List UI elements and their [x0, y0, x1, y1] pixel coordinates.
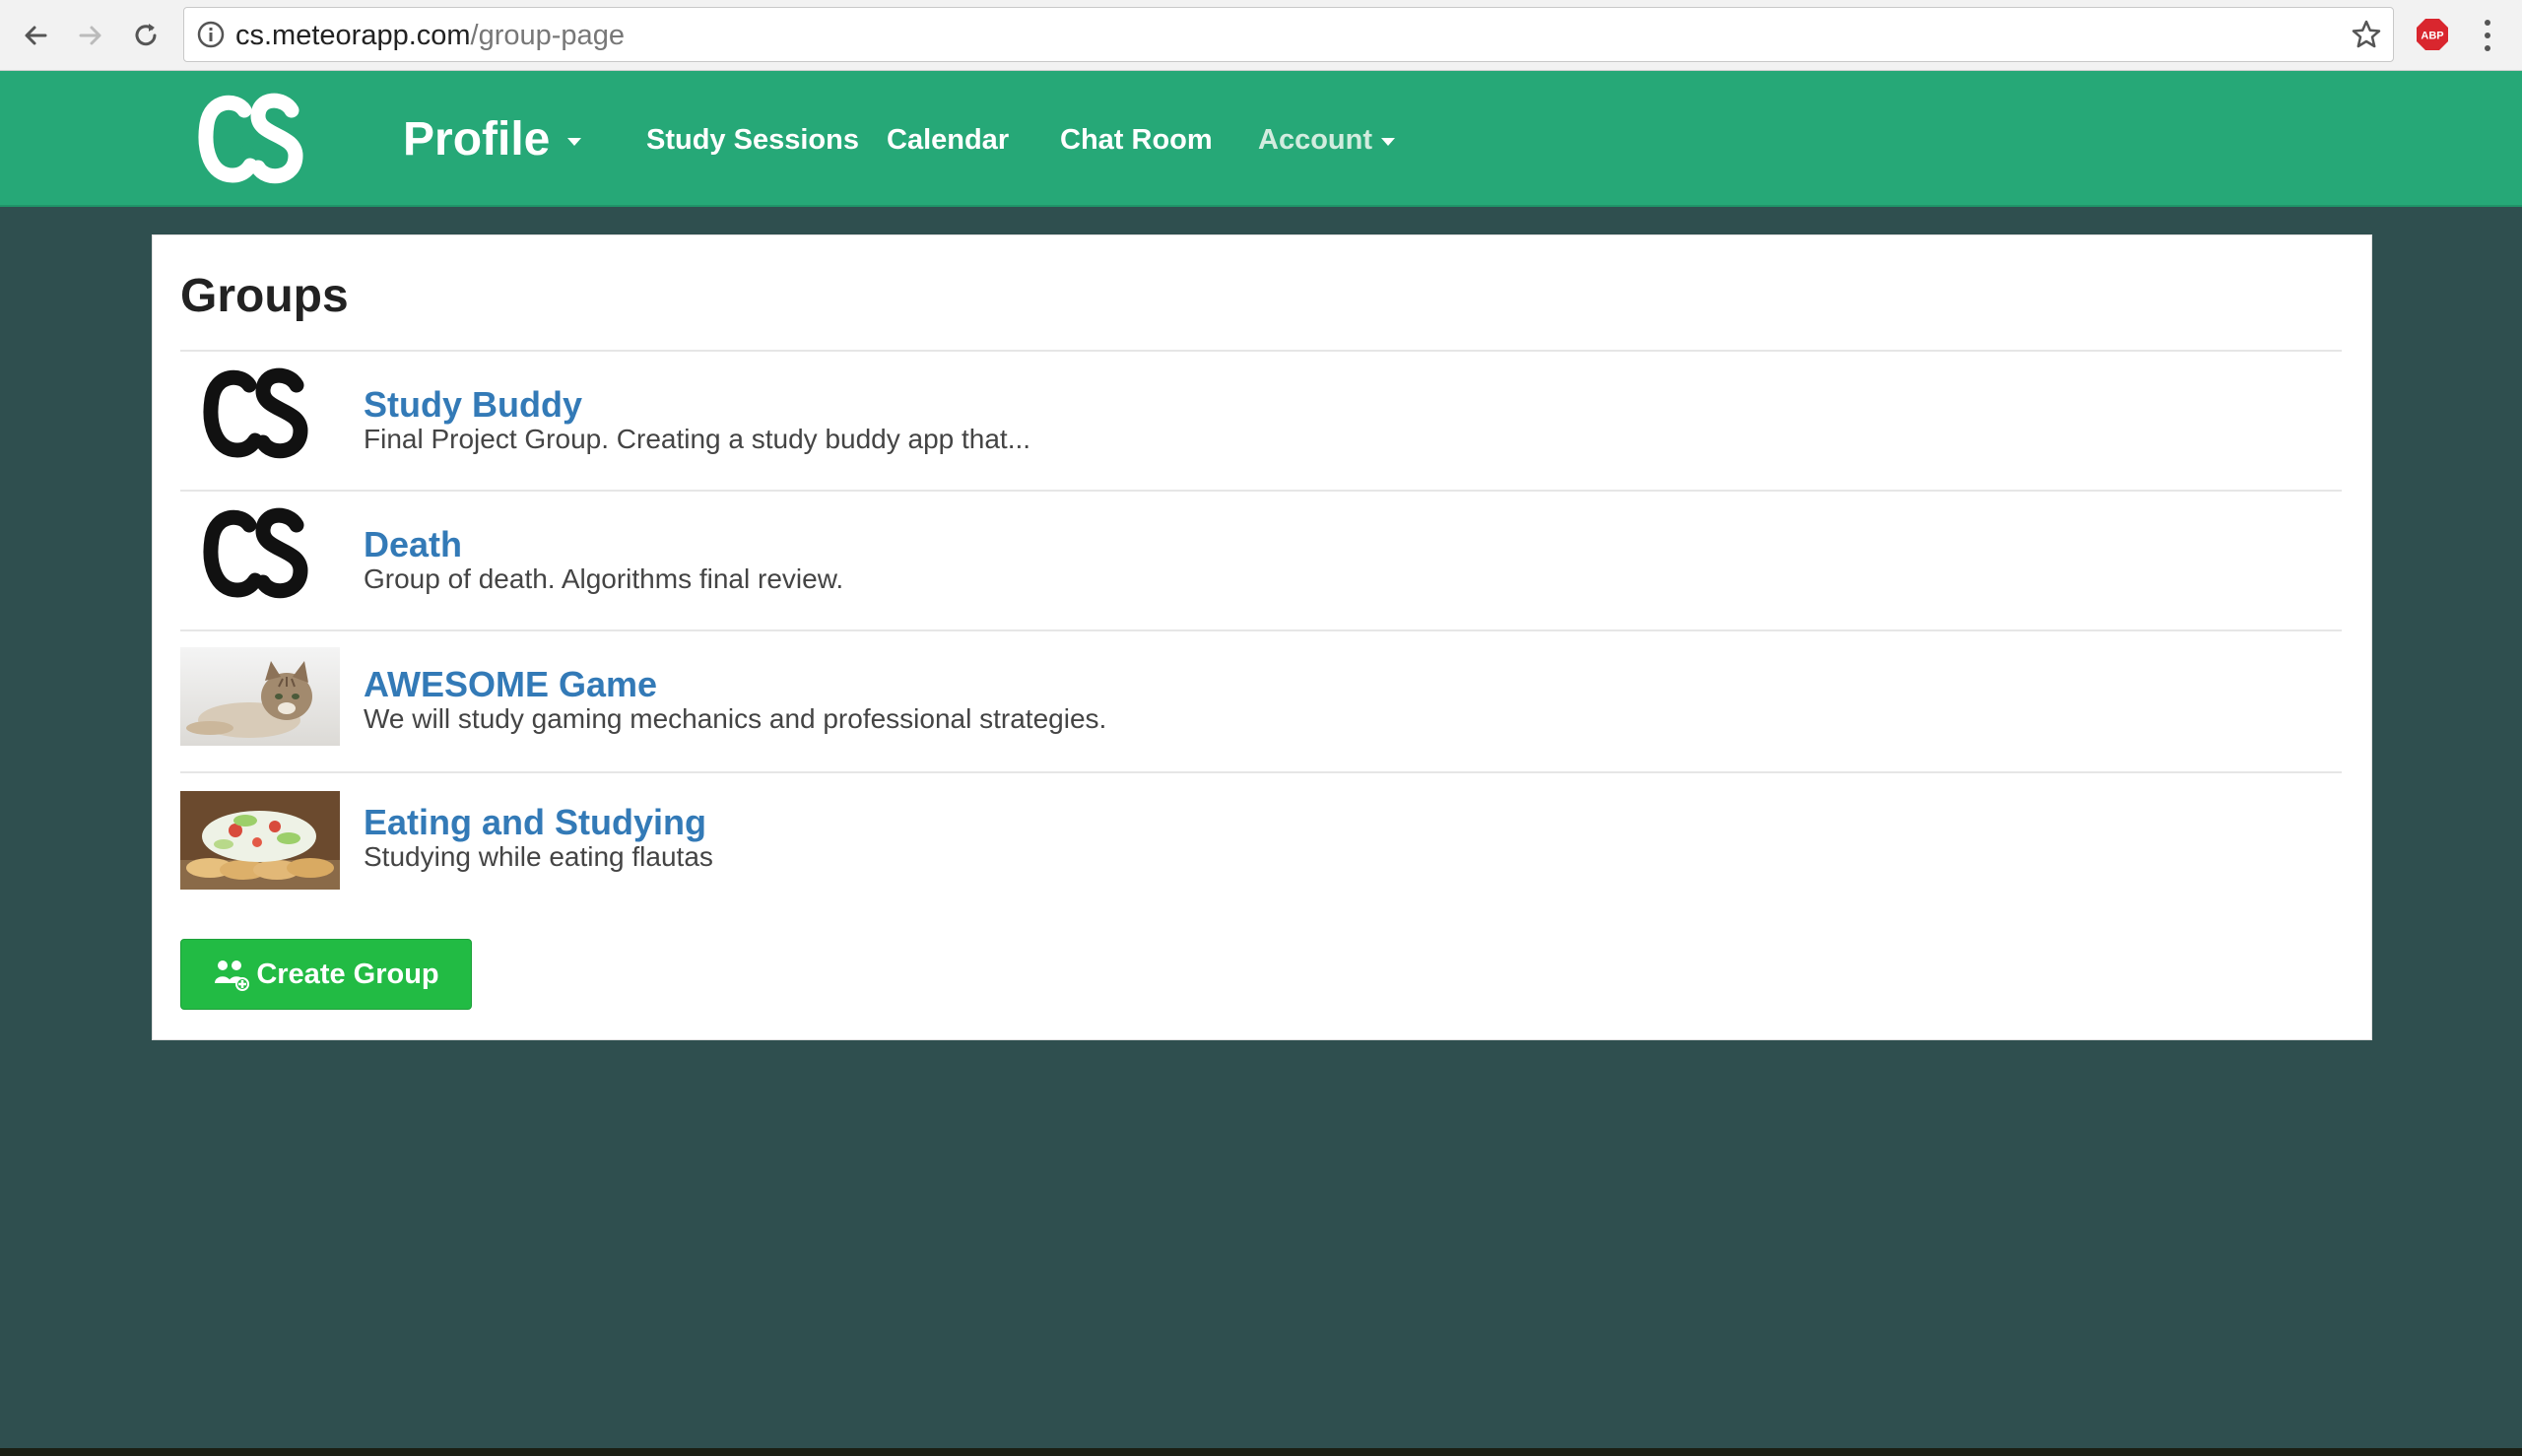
browser-toolbar: cs.meteorapp.com/group-page ABP [0, 0, 2522, 71]
chevron-down-icon[interactable] [567, 138, 581, 146]
divider [180, 771, 2342, 773]
bookmark-star-icon[interactable] [2350, 18, 2383, 51]
adblock-extension-icon[interactable]: ABP [2416, 18, 2449, 51]
url-text: cs.meteorapp.com/group-page [235, 20, 625, 51]
create-group-button[interactable]: Create Group [180, 939, 472, 1010]
group-list-item: Eating and Studying Studying while eatin… [180, 775, 2342, 915]
page-title: Groups [180, 270, 349, 322]
cat-photo[interactable] [180, 647, 340, 746]
group-name-link[interactable]: AWESOME Game [364, 663, 657, 706]
group-name-link[interactable]: Death [364, 523, 462, 566]
chevron-down-icon[interactable] [1381, 138, 1395, 146]
group-description: Studying while eating flautas [364, 841, 713, 872]
nav-chat-room[interactable]: Chat Room [1060, 122, 1213, 158]
group-description: We will study gaming mechanics and profe… [364, 703, 1107, 734]
nav-calendar[interactable]: Calendar [887, 122, 1009, 158]
bottom-edge [0, 1448, 2522, 1456]
group-list-item: AWESOME Game We will study gaming mechan… [180, 631, 2342, 771]
group-description: Group of death. Algorithms final review. [364, 563, 844, 594]
info-icon[interactable] [196, 20, 226, 49]
add-group-icon [215, 960, 250, 991]
group-description: Final Project Group. Creating a study bu… [364, 424, 1031, 454]
forward-arrow-icon[interactable] [69, 14, 112, 57]
groups-panel: Groups Study Buddy Final Project Group. … [152, 234, 2372, 1040]
address-bar[interactable]: cs.meteorapp.com/group-page [183, 7, 2394, 62]
reload-icon[interactable] [124, 14, 167, 57]
flautas-photo[interactable] [180, 791, 340, 890]
cs-logo-image[interactable] [180, 367, 340, 466]
create-group-label: Create Group [256, 958, 439, 990]
group-name-link[interactable]: Study Buddy [364, 383, 582, 427]
adblock-label: ABP [2421, 31, 2443, 42]
url-host: cs.meteorapp.com [235, 20, 471, 51]
nav-account-dropdown[interactable]: Account [1258, 122, 1372, 158]
app-navbar: Profile Study Sessions Calendar Chat Roo… [0, 71, 2522, 207]
group-list-item: Study Buddy Final Project Group. Creatin… [180, 352, 2342, 492]
group-list-item: Death Group of death. Algorithms final r… [180, 492, 2342, 631]
nav-study-sessions[interactable]: Study Sessions [646, 122, 859, 158]
browser-menu-icon[interactable] [2473, 18, 2502, 53]
back-arrow-icon[interactable] [14, 14, 57, 57]
url-path: /group-page [470, 20, 625, 51]
cs-logo-image[interactable] [180, 507, 340, 606]
group-name-link[interactable]: Eating and Studying [364, 801, 706, 844]
cs-logo-icon[interactable] [197, 89, 305, 187]
nav-profile-dropdown[interactable]: Profile [403, 112, 550, 167]
